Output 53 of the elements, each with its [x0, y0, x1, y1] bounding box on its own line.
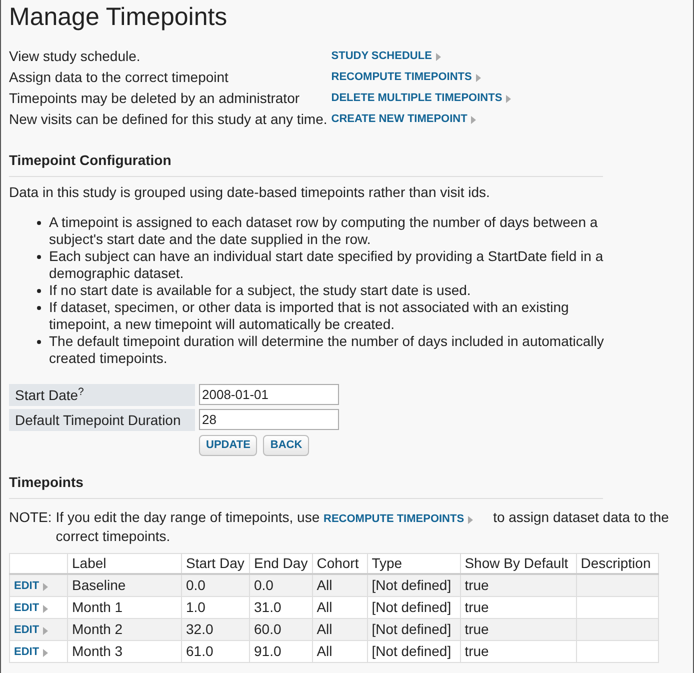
- bullet-text: The default timepoint duration will determine the number of days included in automatically created timepoints.: [49, 333, 605, 367]
- column-header: Label: [68, 554, 182, 574]
- caret-icon: [468, 516, 474, 524]
- form-button[interactable]: BACK: [263, 435, 310, 456]
- action-link[interactable]: CREATE NEW TIMEPOINT: [331, 111, 476, 128]
- note-text: If you edit the day range of timepoints, use RECOMPUTE TIMEPOINTS to assign dataset data to the correct timepoints.: [56, 509, 670, 545]
- input-field[interactable]: 2008-01-01: [199, 384, 339, 405]
- bullet-icon: [37, 255, 41, 259]
- field-label: Default Timepoint Duration: [9, 409, 195, 431]
- bullet-text: If no start date is available for a subject, the study start date is used.: [49, 282, 471, 299]
- caret-icon: [43, 626, 48, 634]
- bullet-icon: [37, 306, 41, 310]
- column-header: Cohort: [312, 554, 368, 574]
- table-cell: true: [460, 640, 576, 662]
- table-cell: All: [312, 640, 368, 662]
- note-link[interactable]: RECOMPUTE TIMEPOINTS: [324, 511, 474, 528]
- field-label: Start Date$^{?}$: [9, 384, 195, 406]
- action-description: Assign data to the correct timepoint: [9, 68, 230, 87]
- caret-icon: [43, 582, 48, 590]
- bullet-icon: [37, 340, 41, 344]
- intro-text: Data in this study is grouped using date-based timepoints rather than visit ids.: [9, 183, 491, 201]
- action-link[interactable]: RECOMPUTE TIMEPOINTS: [331, 69, 481, 86]
- caret-icon: [43, 648, 48, 656]
- action-description: View study schedule.: [9, 47, 142, 66]
- column-header: Show By Default: [460, 554, 576, 574]
- action-description: New visits can be defined for this study at any time.: [9, 110, 328, 129]
- column-header: Start Day: [182, 554, 250, 574]
- caret-icon: [476, 74, 481, 82]
- bullet-text: If dataset, specimen, or other data is imported that is not associated with an existing timepoint, a new timepoint will automatically be created.: [49, 299, 570, 333]
- table-cell: 91.0: [250, 640, 312, 662]
- bullet-icon: [37, 289, 41, 293]
- note-label: NOTE:: [9, 509, 52, 527]
- action-link[interactable]: DELETE MULTIPLE TIMEPOINTS: [331, 90, 512, 107]
- column-header: Type: [367, 554, 460, 574]
- bullet-text: A timepoint is assigned to each dataset row by computing the number of days between a subject's start date and the date supplied in the row.: [49, 214, 599, 248]
- action-description: Timepoints may be deleted by an administrator: [9, 89, 301, 108]
- input-field[interactable]: 28: [199, 409, 339, 430]
- section-heading: Timepoints: [9, 472, 603, 499]
- caret-icon: [471, 116, 476, 124]
- caret-icon: [506, 94, 512, 102]
- page-title: Manage Timepoints: [9, 2, 228, 32]
- bullet-icon: [37, 221, 41, 225]
- caret-icon: [43, 604, 48, 612]
- action-link[interactable]: STUDY SCHEDULE: [331, 48, 441, 65]
- caret-icon: [436, 52, 441, 60]
- table-cell: [Not defined]: [367, 640, 460, 662]
- bullet-text: Each subject can have an individual start date specified by providing a StartDate field in a demographic dataset.: [49, 248, 604, 282]
- table-cell: Month 3: [68, 640, 182, 662]
- table-cell: 61.0: [182, 640, 250, 662]
- section-heading: Timepoint Configuration: [9, 150, 603, 177]
- column-header: Description: [576, 554, 658, 574]
- form-button[interactable]: UPDATE: [199, 435, 258, 456]
- column-header: End Day: [250, 554, 312, 574]
